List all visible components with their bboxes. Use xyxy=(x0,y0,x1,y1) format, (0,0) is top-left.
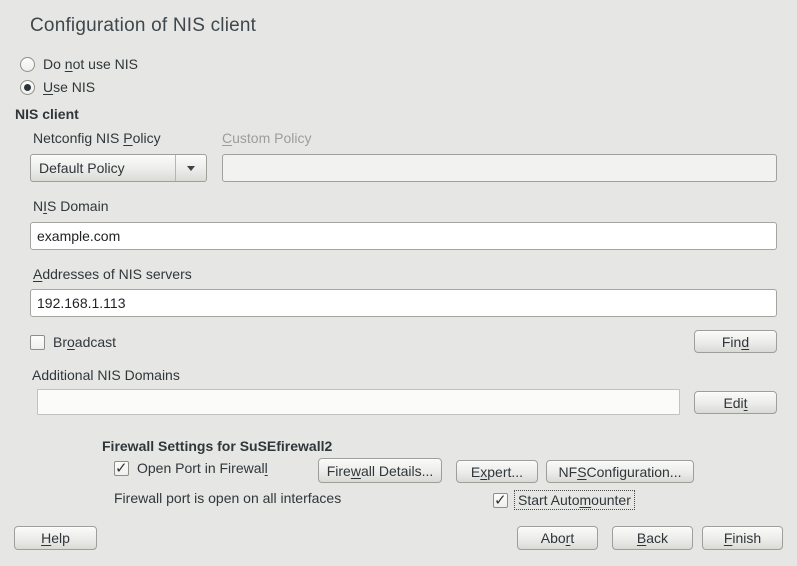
nis-client-section-header: NIS client xyxy=(15,106,79,122)
netconfig-policy-selected-value: Default Policy xyxy=(31,160,175,176)
nfs-configuration-button[interactable]: NFS Configuration... xyxy=(546,460,694,483)
radio-unselected-icon[interactable] xyxy=(20,57,35,72)
dropdown-arrow-button[interactable] xyxy=(175,155,206,181)
netconfig-policy-dropdown[interactable]: Default Policy xyxy=(30,154,207,182)
firewall-details-button[interactable]: Firewall Details... xyxy=(318,458,442,483)
broadcast-checkbox[interactable] xyxy=(30,335,45,350)
page-title: Configuration of NIS client xyxy=(30,15,256,37)
radio-use-label: Use NIS xyxy=(43,79,95,95)
nis-servers-input[interactable] xyxy=(30,289,777,317)
netconfig-policy-label: Netconfig NIS Policy xyxy=(33,130,161,146)
automounter-checkbox-row[interactable]: Start Automounter xyxy=(493,491,633,509)
radio-selected-icon[interactable] xyxy=(20,80,35,95)
nis-servers-label: Addresses of NIS servers xyxy=(33,266,192,282)
broadcast-label: Broadcast xyxy=(53,334,116,350)
additional-domains-label: Additional NIS Domains xyxy=(32,367,180,383)
back-button[interactable]: Back xyxy=(612,526,693,550)
additional-domains-input xyxy=(37,389,680,415)
custom-policy-input xyxy=(222,154,777,182)
open-port-label: Open Port in Firewall xyxy=(137,460,268,476)
expert-button[interactable]: Expert... xyxy=(456,460,538,483)
radio-do-not-use-label: Do not use NIS xyxy=(43,56,138,72)
finish-button[interactable]: Finish xyxy=(702,526,783,550)
edit-button[interactable]: Edit xyxy=(694,391,777,414)
find-button[interactable]: Find xyxy=(694,330,777,353)
custom-policy-label: Custom Policy xyxy=(222,130,311,146)
start-automounter-checkbox[interactable] xyxy=(493,493,508,508)
radio-do-not-use-nis[interactable]: Do not use NIS xyxy=(20,55,138,73)
open-port-checkbox-row[interactable]: Open Port in Firewall xyxy=(114,459,268,477)
firewall-section-header: Firewall Settings for SuSEfirewall2 xyxy=(102,438,332,454)
help-button[interactable]: Help xyxy=(14,526,97,550)
open-port-checkbox[interactable] xyxy=(114,461,129,476)
start-automounter-label: Start Automounter xyxy=(516,492,633,508)
nis-domain-input[interactable] xyxy=(30,222,777,250)
chevron-down-icon xyxy=(187,166,195,171)
abort-button[interactable]: Abort xyxy=(517,526,598,550)
broadcast-checkbox-row[interactable]: Broadcast xyxy=(30,333,116,351)
nis-client-configuration-window: Configuration of NIS client Do not use N… xyxy=(0,0,797,566)
radio-use-nis[interactable]: Use NIS xyxy=(20,78,95,96)
nis-domain-label: NIS Domain xyxy=(33,198,108,214)
firewall-status-text: Firewall port is open on all interfaces xyxy=(114,490,341,506)
